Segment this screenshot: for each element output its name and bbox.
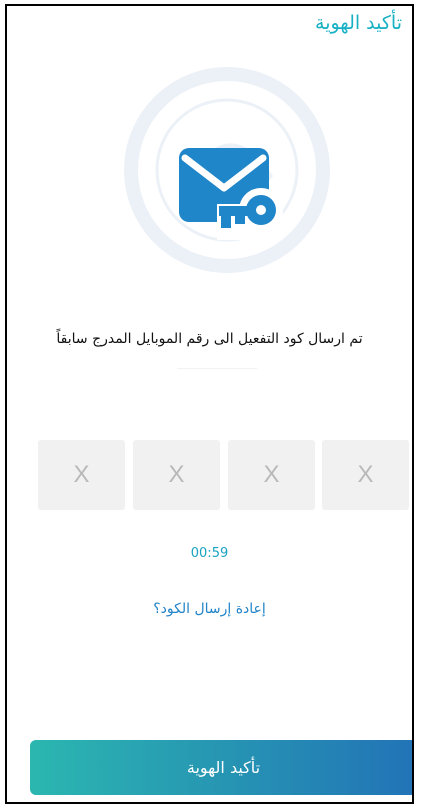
screen-frame: تأكيد الهوية تم ارسال كود التفعيل الى رق… — [5, 4, 414, 804]
code-digit-box[interactable]: X — [38, 440, 125, 510]
activation-message: تم ارسال كود التفعيل الى رقم الموبايل ال… — [56, 331, 363, 347]
code-digit-box[interactable]: X — [133, 440, 220, 510]
verification-code-input: X X X X — [38, 440, 409, 510]
divider — [177, 368, 257, 369]
page-title: تأكيد الهوية — [315, 12, 402, 34]
mail-key-icon — [179, 148, 283, 240]
countdown-timer: 00:59 — [190, 546, 229, 561]
code-digit-box[interactable]: X — [228, 440, 315, 510]
resend-code-link[interactable]: إعادة إرسال الكود؟ — [7, 601, 412, 617]
code-digit-box[interactable]: X — [322, 440, 409, 510]
confirm-identity-button[interactable]: تأكيد الهوية — [30, 740, 412, 795]
